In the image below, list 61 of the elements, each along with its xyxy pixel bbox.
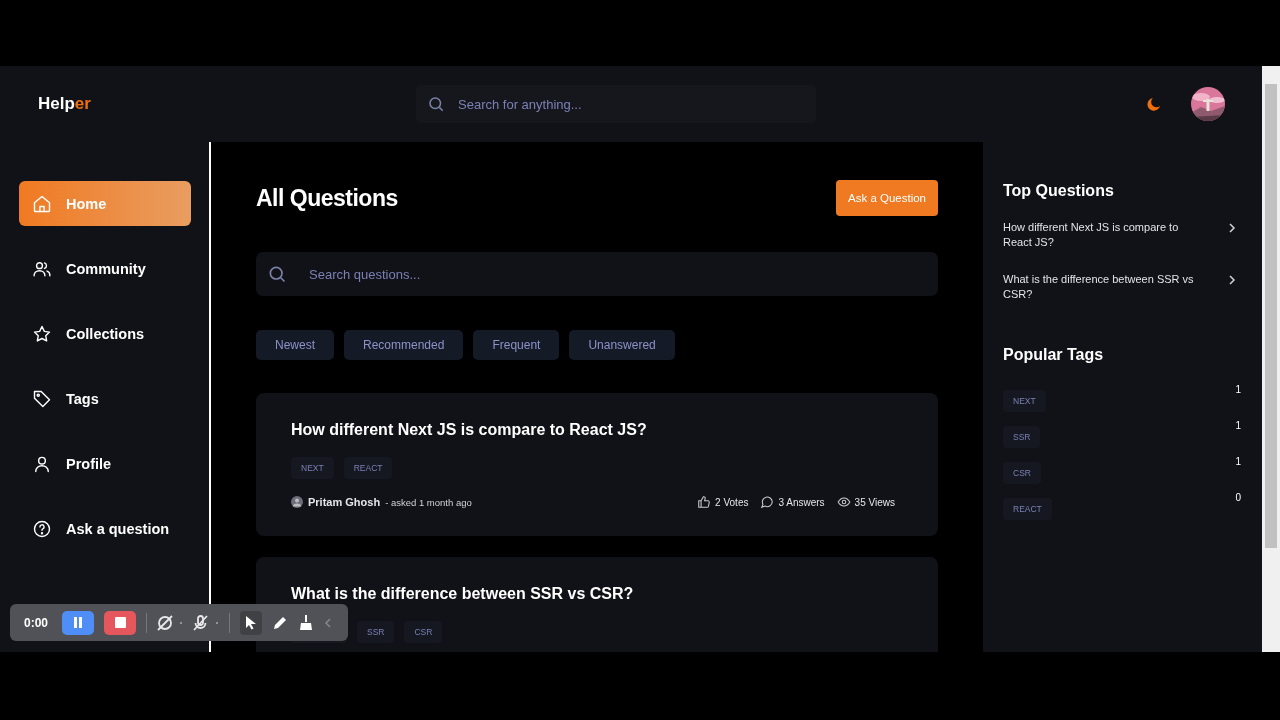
nav-item[interactable]: Collections: [19, 311, 191, 356]
eye-icon: [836, 495, 851, 509]
filter-button[interactable]: Unanswered: [569, 330, 675, 360]
nav-item[interactable]: Ask a question: [19, 506, 191, 551]
tag[interactable]: REACT: [1003, 498, 1052, 520]
tag[interactable]: SSR: [1003, 426, 1041, 448]
nav-item[interactable]: Community: [19, 246, 191, 291]
moon-icon[interactable]: [1145, 95, 1163, 113]
nav-item[interactable]: Tags: [19, 376, 191, 421]
filter-button[interactable]: Newest: [256, 330, 334, 360]
nav-item[interactable]: Profile: [19, 441, 191, 486]
filter-button[interactable]: Recommended: [344, 330, 464, 360]
answers-count: 3 Answers: [778, 496, 825, 508]
tag[interactable]: NEXT: [1003, 390, 1046, 412]
filter-button[interactable]: Frequent: [473, 330, 560, 360]
votes-count: 2 Votes: [715, 496, 749, 508]
question-card[interactable]: What is the difference between SSR vs CSR? SSR CSR: [256, 557, 938, 652]
cursor-icon: [245, 615, 258, 630]
top-question-link[interactable]: How different Next JS is compare to React JS?: [1003, 220, 1203, 250]
pause-button[interactable]: [62, 610, 95, 635]
pencil-icon[interactable]: [272, 614, 289, 631]
tag[interactable]: SSR: [357, 621, 395, 643]
scrollbar[interactable]: [1262, 66, 1280, 652]
tag[interactable]: NEXT: [291, 457, 334, 479]
home-icon: [32, 193, 52, 214]
section-title: Popular Tags: [1003, 346, 1105, 364]
microphone-off-icon[interactable]: [193, 614, 220, 631]
stop-icon: [114, 617, 126, 628]
cursor-button[interactable]: [240, 610, 263, 635]
question-title[interactable]: How different Next JS is compare to React JS?: [291, 421, 903, 439]
broom-icon[interactable]: [298, 614, 315, 631]
help-icon: [32, 518, 52, 539]
top-question-link[interactable]: What is the difference between SSR vs CSR?: [1003, 272, 1203, 302]
tag[interactable]: CSR: [1003, 462, 1041, 484]
chevron-right-icon[interactable]: [1227, 274, 1237, 286]
author-name[interactable]: Pritam Ghosh: [308, 496, 381, 508]
tag-count: 1: [1235, 456, 1241, 467]
pause-icon: [73, 617, 84, 628]
logo[interactable]: Helper: [38, 94, 416, 114]
star-icon: [32, 323, 52, 344]
camera-off-icon[interactable]: [157, 614, 184, 631]
tag-count: 1: [1235, 384, 1241, 395]
search-field[interactable]: Search questions...: [256, 252, 938, 296]
tag[interactable]: CSR: [404, 621, 443, 643]
tag-count: 1: [1235, 420, 1241, 431]
views-count: 35 Views: [854, 496, 895, 508]
recording-time: 0:00: [24, 615, 49, 630]
stop-button[interactable]: [104, 610, 137, 635]
thumbs-up-icon: [697, 495, 712, 509]
question-card[interactable]: How different Next JS is compare to React JS? NEXT REACT Pritam Ghosh - asked 1 month ago 2 Votes 3 Answers 35 Views: [256, 393, 938, 536]
tag-icon: [32, 388, 52, 409]
question-title[interactable]: What is the difference between SSR vs CSR?: [291, 585, 903, 603]
section-title: Top Questions: [1003, 182, 1115, 200]
search-field[interactable]: Search for anything...: [416, 85, 816, 123]
avatar-icon: [291, 496, 303, 508]
tag[interactable]: REACT: [343, 457, 393, 479]
tag-count: 0: [1235, 492, 1241, 503]
asked-time: - asked 1 month ago: [385, 496, 472, 508]
page-title: All Questions: [256, 184, 398, 212]
comment-icon: [760, 495, 775, 509]
chevron-right-icon[interactable]: [1227, 222, 1237, 234]
